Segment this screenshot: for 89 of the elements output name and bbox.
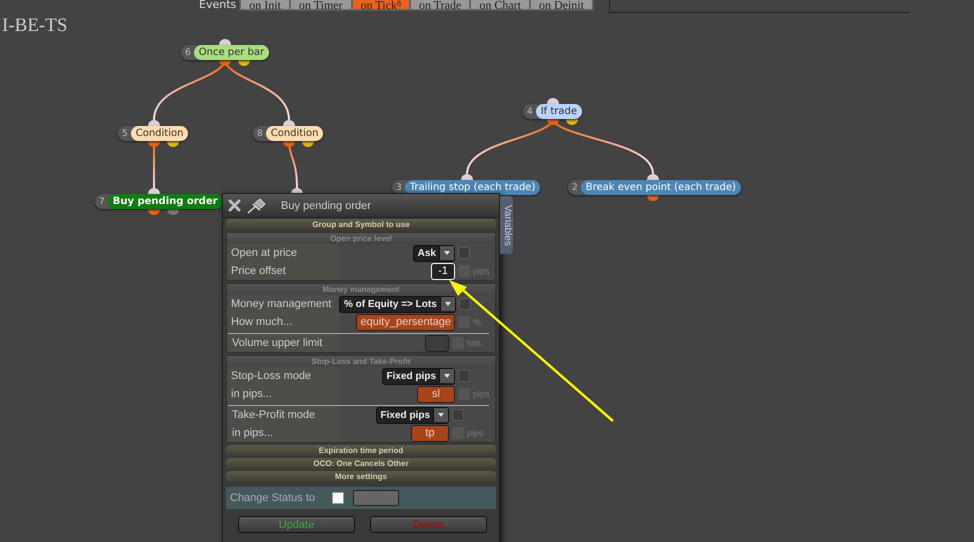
node-number: 2 bbox=[571, 182, 579, 192]
node-number: 6 bbox=[184, 48, 192, 58]
group-header[interactable]: Group and Symbol to use bbox=[226, 219, 496, 230]
status-label: Change Status to bbox=[230, 492, 316, 504]
diagram-node[interactable]: 6 Once per bar bbox=[181, 45, 270, 60]
caret-icon bbox=[439, 246, 454, 260]
input-pin[interactable] bbox=[547, 98, 559, 104]
input-pin[interactable] bbox=[283, 120, 295, 126]
checkbox[interactable] bbox=[452, 409, 464, 421]
event-tab[interactable]: on Timer bbox=[290, 0, 352, 10]
dropdown[interactable]: Fixed pips bbox=[382, 368, 455, 384]
output-pin[interactable] bbox=[547, 119, 559, 125]
group-header[interactable]: Expiration time period bbox=[226, 445, 496, 456]
output-pin[interactable] bbox=[219, 60, 231, 66]
input-pin[interactable] bbox=[148, 188, 160, 194]
node-label: Condition bbox=[130, 126, 188, 141]
field-label: Take-Profit mode bbox=[228, 406, 340, 424]
input-pin[interactable] bbox=[148, 120, 160, 126]
event-tab[interactable]: on Chart bbox=[470, 0, 530, 10]
input-field[interactable] bbox=[425, 334, 449, 352]
dropdown[interactable]: Fixed pips bbox=[376, 406, 449, 424]
action-button[interactable]: Update bbox=[238, 516, 355, 533]
event-tab[interactable]: on Deinit bbox=[530, 0, 593, 10]
field-label: Open at price bbox=[227, 244, 339, 262]
group-header[interactable]: More settings bbox=[226, 471, 496, 482]
input-pin[interactable] bbox=[461, 174, 473, 180]
variables-tab[interactable]: Variables bbox=[500, 196, 513, 254]
node-label: If trade bbox=[536, 104, 582, 119]
dialog-title: Buy pending order bbox=[281, 200, 371, 212]
caret-icon bbox=[433, 408, 448, 422]
section-title: Stop-Loss and Take-Profit bbox=[227, 356, 495, 367]
output-pin[interactable] bbox=[302, 141, 314, 147]
pushpin-icon[interactable] bbox=[247, 198, 267, 214]
events-label: Events bbox=[199, 0, 238, 10]
checkbox[interactable] bbox=[458, 370, 470, 382]
diagram-node[interactable]: 4 If trade bbox=[523, 104, 582, 119]
diagram-node[interactable]: 3 Trailing stop (each trade) bbox=[392, 180, 540, 195]
output-pin[interactable] bbox=[167, 141, 179, 147]
close-icon[interactable] bbox=[228, 199, 241, 212]
section-title: Open price level bbox=[227, 233, 495, 244]
output-pin[interactable] bbox=[238, 60, 250, 66]
event-tab[interactable]: on Trade bbox=[410, 0, 470, 10]
node-label: Condition bbox=[266, 126, 324, 141]
project-title: I-BE-TS bbox=[2, 15, 68, 37]
node-label: Buy pending order bbox=[108, 194, 223, 209]
output-pin[interactable] bbox=[148, 141, 160, 147]
input-field[interactable]: -1 bbox=[431, 262, 455, 280]
node-label: Trailing stop (each trade) bbox=[404, 180, 540, 195]
field-label: in pips... bbox=[227, 385, 339, 403]
event-tab[interactable]: on Init bbox=[240, 0, 290, 10]
caret-icon bbox=[439, 369, 454, 383]
node-number: 8 bbox=[256, 128, 264, 138]
unit-label: % bbox=[473, 317, 482, 327]
field-label: Volume upper limit bbox=[228, 334, 340, 352]
checkbox[interactable] bbox=[458, 298, 471, 310]
output-pin[interactable] bbox=[647, 195, 659, 201]
checkbox[interactable] bbox=[332, 492, 344, 504]
diagram-node[interactable]: 2 Break even point (each trade) bbox=[568, 180, 741, 195]
event-tab[interactable]: on Tick$^{8}$ bbox=[352, 0, 410, 10]
node-label: Break even point (each trade) bbox=[580, 180, 741, 195]
node-number: 5 bbox=[121, 128, 129, 138]
checkbox[interactable] bbox=[458, 247, 470, 259]
node-label: Once per bar bbox=[194, 45, 270, 60]
caret-icon bbox=[440, 297, 455, 311]
variable-field[interactable]: tp bbox=[411, 424, 449, 442]
diagram-node[interactable]: 8 Condition bbox=[253, 126, 324, 141]
field-label: in pips... bbox=[228, 424, 340, 442]
field-label: Price offset bbox=[227, 262, 339, 280]
diagram-node[interactable]: 5 Condition bbox=[118, 126, 188, 141]
section-title: Money management bbox=[227, 284, 495, 295]
output-pin[interactable] bbox=[167, 209, 179, 215]
dropdown[interactable]: Ask bbox=[412, 244, 455, 262]
output-pin[interactable] bbox=[148, 209, 160, 215]
node-number: 4 bbox=[526, 106, 534, 116]
field-label: How much... bbox=[227, 313, 339, 331]
field-label: Stop-Loss mode bbox=[227, 367, 339, 385]
dropdown[interactable]: % of Equity => Lots bbox=[339, 296, 456, 312]
group-header[interactable]: OCO: One Cancels Other bbox=[226, 458, 496, 469]
output-pin[interactable] bbox=[566, 119, 578, 125]
input-pin[interactable] bbox=[219, 39, 231, 45]
status-field[interactable] bbox=[353, 490, 399, 506]
node-number: 7 bbox=[98, 196, 106, 206]
node-number: 3 bbox=[395, 182, 403, 192]
input-pin[interactable] bbox=[647, 174, 659, 180]
variable-field[interactable]: sl bbox=[417, 386, 455, 402]
output-pin[interactable] bbox=[283, 141, 295, 147]
field-label: Money management bbox=[227, 295, 339, 313]
variable-field[interactable]: equity_persentage bbox=[356, 314, 455, 330]
diagram-node[interactable]: 7 Buy pending order bbox=[95, 194, 223, 209]
